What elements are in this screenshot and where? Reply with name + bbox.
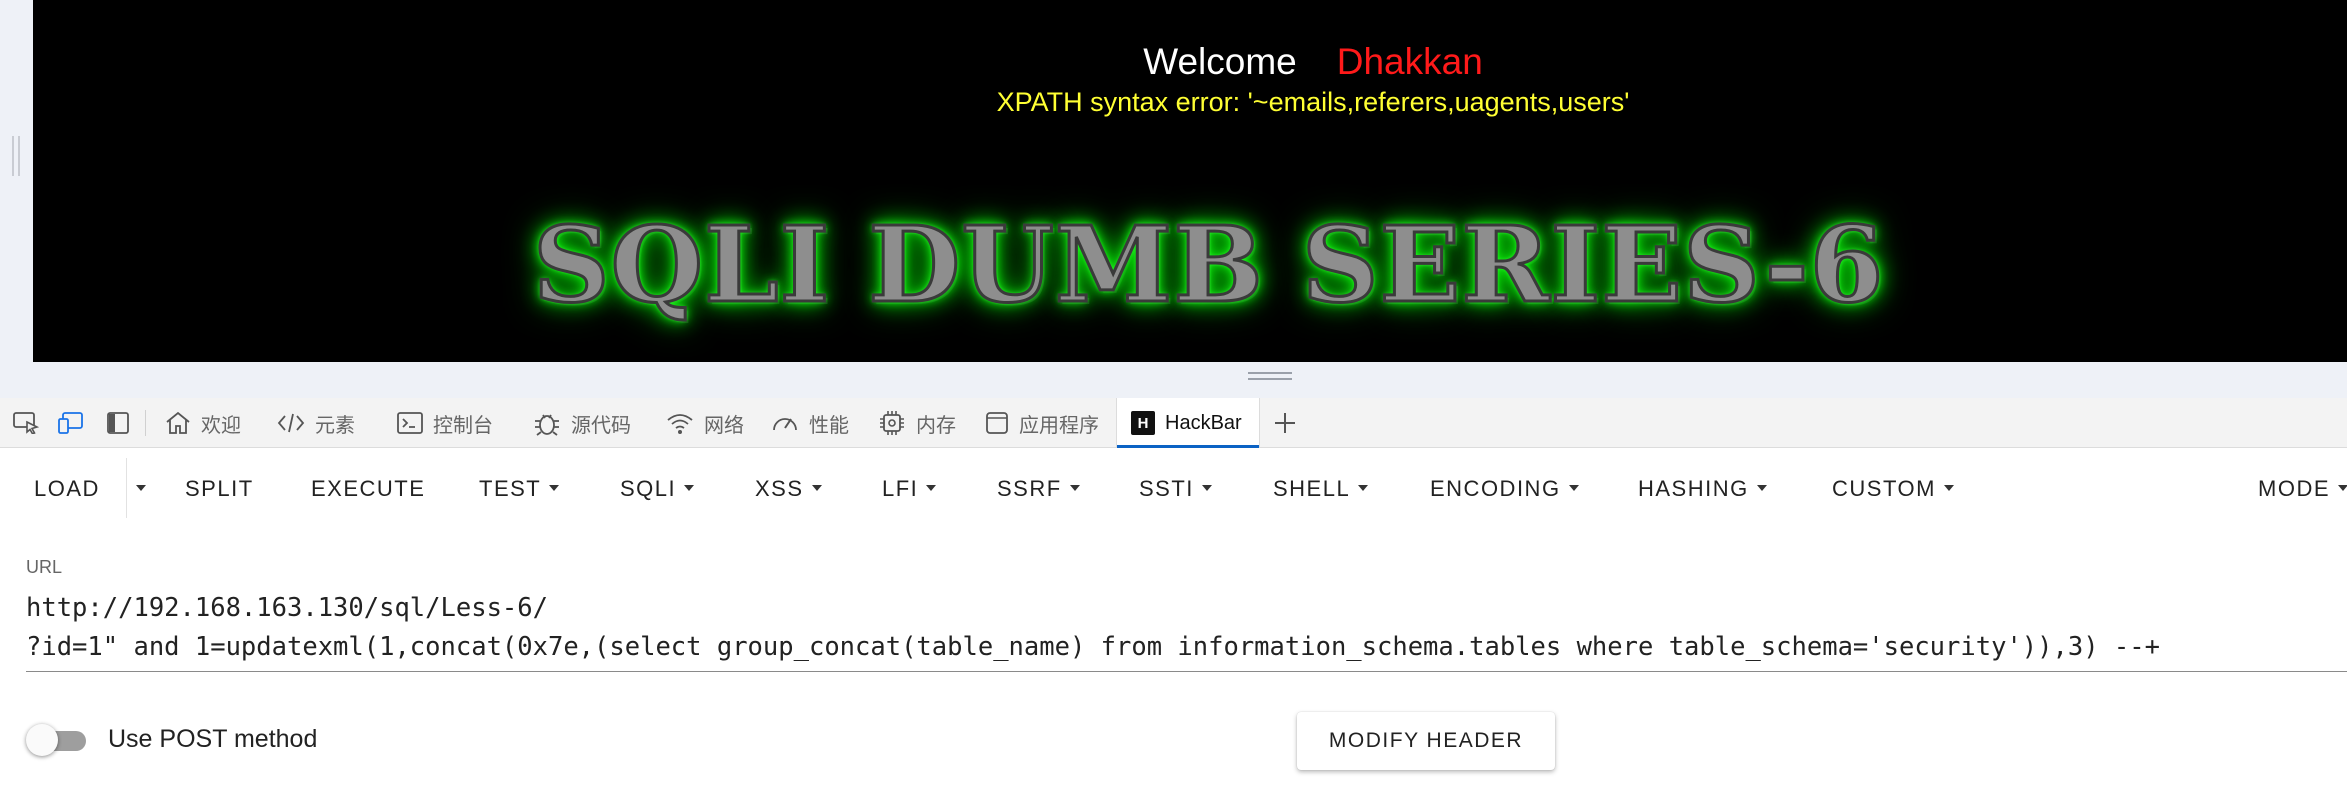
custom-menu-label: CUSTOM (1832, 476, 1936, 501)
hackbar-logo-icon: H (1131, 411, 1155, 435)
caret-down-icon (811, 485, 822, 492)
test-menu[interactable]: TEST (479, 474, 560, 504)
panel-resize-grip[interactable] (12, 136, 20, 176)
banner-title: SQLI DUMB SERIES-6 (531, 202, 1885, 328)
url-input-line-2[interactable]: ?id=1" and 1=updatexml(1,concat(0x7e,(se… (26, 630, 2160, 664)
error-message: XPATH syntax error: '~emails,referers,ua… (996, 87, 1630, 117)
caret-down-icon (2338, 485, 2347, 492)
ssrf-menu[interactable]: SSRF (997, 474, 1080, 504)
tab-label: 应用程序 (1019, 414, 1099, 437)
console-icon (397, 412, 423, 434)
left-panel-gutter (0, 0, 33, 398)
toolbar-divider (145, 410, 146, 436)
bug-icon (535, 414, 559, 436)
mode-menu-label: MODE (2258, 476, 2330, 501)
caret-down-icon (136, 485, 146, 492)
mode-menu[interactable]: MODE (2258, 474, 2347, 504)
tab-label: 源代码 (571, 414, 631, 437)
device-emulation-icon[interactable] (57, 409, 85, 437)
tab-sources[interactable]: 源代码 (533, 398, 631, 448)
user-name: Dhakkan (1336, 41, 1483, 82)
encoding-menu[interactable]: ENCODING (1430, 474, 1579, 504)
tab-label: 控制台 (433, 414, 493, 437)
inspect-element-icon[interactable] (12, 409, 40, 437)
ssti-menu[interactable]: SSTI (1139, 474, 1212, 504)
tab-label: 欢迎 (201, 414, 241, 437)
sqli-menu[interactable]: SQLI (620, 474, 695, 504)
viewport-footer (33, 362, 2347, 398)
gauge-icon (773, 418, 797, 431)
lfi-menu-label: LFI (882, 476, 919, 501)
caret-down-icon (1756, 485, 1767, 492)
tab-hackbar[interactable]: H HackBar (1116, 398, 1260, 448)
tab-label: 内存 (916, 414, 956, 437)
caret-down-icon (1568, 485, 1579, 492)
hackbar-toolbar: LOAD SPLIT EXECUTE TEST SQLI XSS LFI SSR… (0, 448, 2347, 530)
caret-down-icon (549, 485, 560, 492)
tab-memory[interactable]: 内存 (878, 398, 956, 448)
load-divider (126, 458, 127, 518)
url-input-line-1[interactable]: http://192.168.163.130/sql/Less-6/ (26, 591, 548, 625)
home-icon (166, 411, 190, 434)
ssrf-menu-label: SSRF (997, 476, 1062, 501)
tab-label: 性能 (809, 414, 849, 437)
load-options-dropdown[interactable] (136, 474, 146, 504)
tab-label: 网络 (704, 414, 744, 437)
caret-down-icon (926, 485, 937, 492)
app-icon (986, 412, 1008, 434)
post-method-toggle[interactable] (26, 724, 88, 756)
series-banner: SQLI DUMB SERIES-6 (531, 195, 2093, 335)
xss-menu-label: XSS (755, 476, 804, 501)
welcome-line: Welcome Dhakkan (33, 38, 2347, 86)
tab-label: HackBar (1165, 411, 1242, 434)
execute-button[interactable]: EXECUTE (311, 474, 425, 504)
tab-network[interactable]: 网络 (666, 398, 744, 448)
wifi-icon (667, 414, 693, 434)
load-button[interactable]: LOAD (34, 474, 100, 504)
caret-down-icon (1069, 485, 1080, 492)
url-label: URL (26, 557, 63, 577)
code-icon (277, 413, 305, 433)
modify-header-button[interactable]: MODIFY HEADER (1297, 712, 1555, 770)
shell-menu[interactable]: SHELL (1273, 474, 1369, 504)
caret-down-icon (1943, 485, 1954, 492)
tab-welcome[interactable]: 欢迎 (165, 398, 241, 448)
devtools-resize-handle[interactable] (1248, 372, 1292, 380)
test-menu-label: TEST (479, 476, 542, 501)
dock-side-icon[interactable] (104, 409, 132, 437)
tab-console[interactable]: 控制台 (397, 398, 493, 448)
add-tab-icon[interactable] (1271, 409, 1299, 437)
post-method-label: Use POST method (108, 725, 318, 753)
hashing-menu[interactable]: HASHING (1638, 474, 1767, 504)
tab-performance[interactable]: 性能 (771, 398, 849, 448)
tab-elements[interactable]: 元素 (277, 398, 355, 448)
encoding-menu-label: ENCODING (1430, 476, 1561, 501)
split-button[interactable]: SPLIT (185, 474, 254, 504)
lfi-menu[interactable]: LFI (882, 474, 937, 504)
caret-down-icon (1358, 485, 1369, 492)
hashing-menu-label: HASHING (1638, 476, 1749, 501)
xss-menu[interactable]: XSS (755, 474, 822, 504)
page-viewport: Welcome Dhakkan XPATH syntax error: '~ema… (33, 0, 2347, 362)
sqli-menu-label: SQLI (620, 476, 677, 501)
ssti-menu-label: SSTI (1139, 476, 1194, 501)
caret-down-icon (1201, 485, 1212, 492)
tab-application[interactable]: 应用程序 (985, 398, 1099, 448)
caret-down-icon (684, 485, 695, 492)
chip-icon (880, 411, 904, 435)
custom-menu[interactable]: CUSTOM (1832, 474, 1954, 504)
url-field-underline (26, 671, 2347, 672)
tab-label: 元素 (315, 414, 355, 437)
devtools-tab-bar: 欢迎 元素 控制台 源代码 网络 性能 内存 应用程序 H HackBar (0, 398, 2347, 448)
shell-menu-label: SHELL (1273, 476, 1351, 501)
welcome-text: Welcome (1143, 41, 1297, 82)
toggle-knob (26, 724, 58, 756)
